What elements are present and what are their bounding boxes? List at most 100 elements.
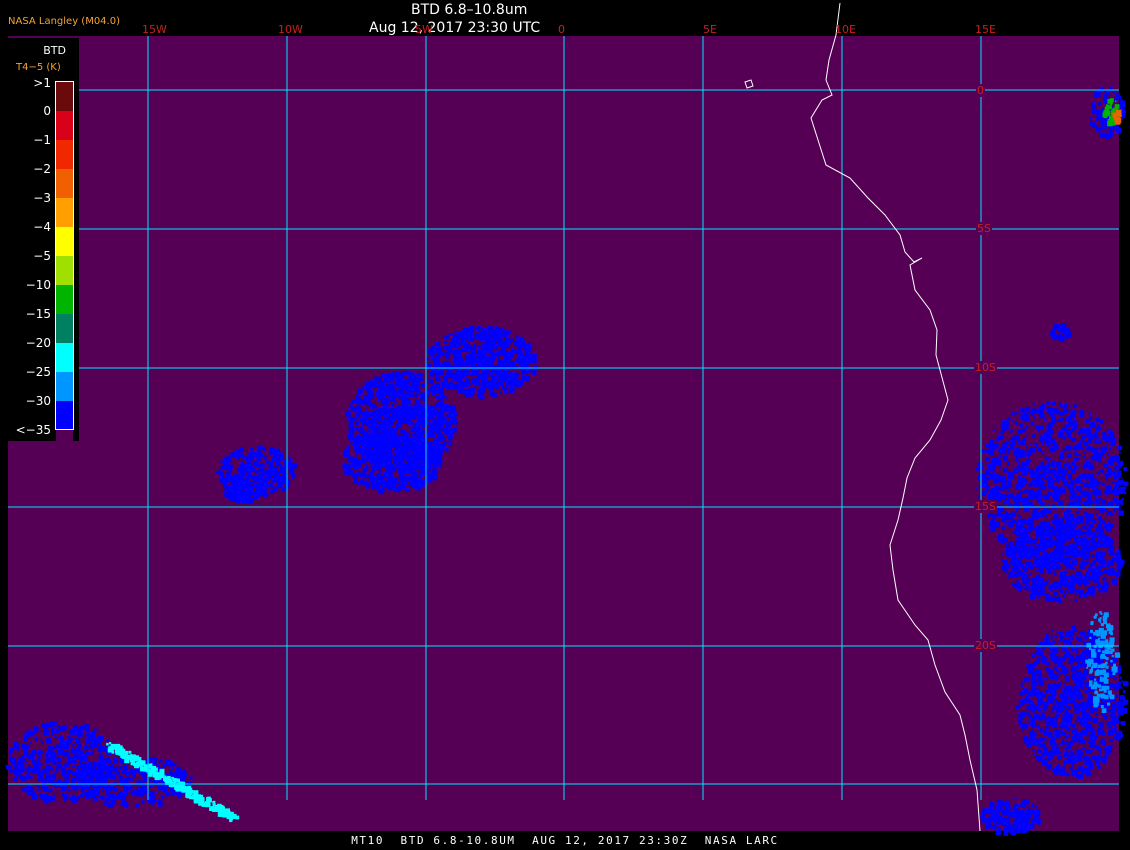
cloud-pixel [1088,525,1091,528]
cloud-pixel [1109,683,1114,688]
cloud-pixel [1084,462,1087,465]
cloud-pixel [1092,535,1095,538]
cloud-pixel [1077,773,1083,779]
cloud-pixel [1096,424,1101,428]
cloud-pixel [1105,436,1110,440]
cloud-pixel [401,431,404,433]
cloud-pixel [376,451,378,453]
cloud-pixel [1044,562,1049,567]
cloud-pixel [433,439,437,443]
cloud-pixel [1113,689,1115,691]
cloud-pixel [449,429,454,434]
cloud-pixel [1072,528,1075,531]
cloud-pixel [1041,532,1045,536]
cloud-pixel [399,417,403,421]
cloud-pixel [1088,416,1093,420]
cloud-pixel [1078,583,1082,587]
cloud-pixel [989,494,993,497]
cloud-pixel [1088,556,1091,559]
cloud-pixel [1067,518,1071,522]
cloud-pixel [420,383,425,388]
cloud-pixel [1078,751,1080,753]
cloud-pixel [1061,741,1065,745]
cloud-pixel [1097,756,1101,760]
cloud-pixel [1092,478,1097,483]
cloud-pixel [1078,527,1081,530]
cloud-pixel [450,422,453,425]
cloud-pixel [439,396,444,401]
cloud-pixel [1110,458,1114,461]
cloud-pixel [395,477,399,481]
cloud-pixel [445,355,450,359]
cloud-pixel [1011,512,1016,517]
cloud-pixel [1082,703,1085,705]
cloud-pixel [220,476,223,480]
cloud-pixel [419,476,422,479]
cloud-pixel [1034,545,1037,548]
cloud-pixel [406,459,409,462]
cloud-pixel [415,449,420,454]
cloud-pixel [440,352,445,357]
cloud-pixel [1061,714,1064,717]
cloud-pixel [424,446,429,452]
cloud-pixel [1014,555,1017,558]
cloud-pixel [403,400,408,405]
cloud-pixel [491,376,498,382]
cloud-pixel [1084,636,1088,640]
cloud-pixel [445,378,447,381]
cloud-pixel [1039,537,1042,540]
cloud-pixel [1037,701,1042,706]
cloud-pixel [478,373,480,376]
cloud-pixel [1110,540,1113,542]
cloud-pixel [215,471,218,475]
cloud-pixel [414,372,417,375]
cloud-pixel [446,413,451,418]
cloud-pixel [1096,447,1101,451]
cloud-pixel [1028,676,1031,679]
cloud-pixel [411,386,416,391]
cloud-pixel [1050,407,1054,412]
cloud-pixel [385,399,390,404]
cloud-pixel [1070,750,1075,755]
cloud-pixel [1071,632,1075,636]
cloud-pixel [1018,699,1022,703]
cloud-pixel [427,393,430,397]
cloud-pixel [1060,538,1063,541]
cloud-pixel [1032,402,1035,405]
cloud-pixel [397,393,401,397]
cloud-pixel [346,473,349,476]
cloud-pixel [1123,481,1129,487]
cloud-pixel [1078,766,1084,772]
cloud-pixel [275,459,278,463]
cloud-pixel [227,461,231,465]
cloud-pixel [1097,492,1101,496]
cloud-pixel [1041,511,1047,516]
cloud-pixel [1112,440,1115,443]
cloud-pixel [373,379,379,384]
cloud-pixel [1051,693,1054,696]
cloud-pixel [472,346,477,351]
cloud-pixel [404,466,408,469]
cloud-pixel [449,374,454,379]
cloud-pixel [1053,550,1057,554]
cloud-pixel [431,346,437,352]
cloud-pixel [444,422,448,425]
cloud-pixel [993,443,999,449]
cloud-pixel [372,420,376,425]
cloud-pixel [1078,579,1081,582]
cloud-pixel [496,357,500,360]
cloud-pixel [1099,751,1102,753]
cloud-pixel [435,383,440,388]
cloud-pixel [434,341,440,346]
cloud-pixel [1056,631,1060,634]
cloud-pixel [1021,563,1024,566]
cloud-pixel [522,377,526,381]
cloud-pixel [985,470,991,475]
cloud-pixel [1006,451,1010,455]
cloud-pixel [1037,695,1040,698]
cloud-pixel [369,444,372,447]
cloud-pixel [372,385,376,389]
cloud-pixel [377,400,379,402]
cloud-pixel [1065,445,1072,451]
cloud-pixel [1019,713,1025,718]
